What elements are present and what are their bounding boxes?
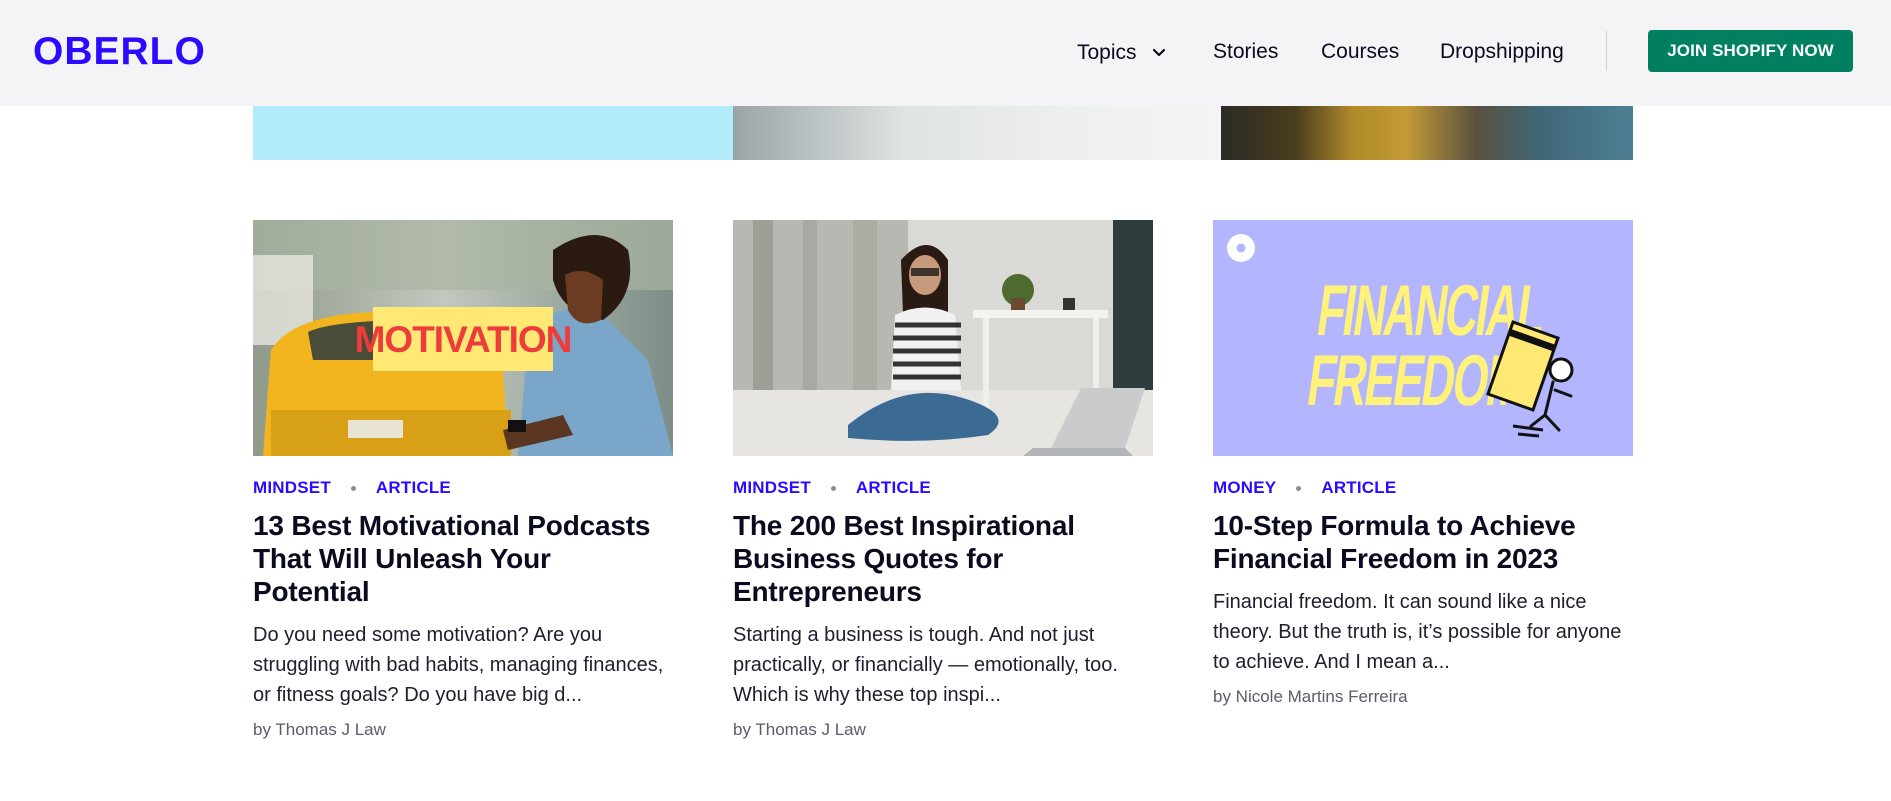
nav-topics-label: Topics — [1077, 41, 1137, 64]
logo-text: OBERLO — [33, 30, 206, 70]
article-author: by Thomas J Law — [253, 720, 386, 739]
featured-image-bottom[interactable] — [253, 106, 1633, 160]
article-meta: MINDSET ARTICLE — [253, 477, 673, 499]
motivation-photo: MOTIVATION — [253, 220, 673, 456]
article-author: by Nicole Martins Ferreira — [1213, 687, 1408, 706]
type-link[interactable]: ARTICLE — [376, 478, 451, 498]
nav-stories[interactable]: Stories — [1213, 39, 1278, 65]
article-excerpt: Do you need some motivation? Are you str… — [253, 624, 664, 706]
article-card[interactable]: FINANCIAL FREEDOM MONEY ARTICLE 10-Step … — [1213, 220, 1633, 708]
featured-image-panel-person — [1221, 106, 1633, 160]
category-link[interactable]: MINDSET — [733, 478, 811, 498]
type-link[interactable]: ARTICLE — [856, 478, 931, 498]
category-link[interactable]: MINDSET — [253, 478, 331, 498]
motivation-label: MOTIVATION — [355, 319, 572, 360]
type-link[interactable]: ARTICLE — [1321, 478, 1396, 498]
nav-topics[interactable]: Topics — [1077, 39, 1166, 66]
article-excerpt: Starting a business is tough. And not ju… — [733, 624, 1118, 706]
join-shopify-button[interactable]: JOIN SHOPIFY NOW — [1648, 30, 1853, 72]
featured-image-panel-cyan — [253, 106, 733, 160]
article-title[interactable]: 10-Step Formula to Achieve Financial Fre… — [1213, 509, 1633, 575]
nav-courses[interactable]: Courses — [1321, 39, 1399, 65]
woman-laptop-photo — [733, 220, 1153, 456]
meta-separator — [830, 485, 836, 491]
article-meta: MONEY ARTICLE — [1213, 477, 1633, 499]
article-card[interactable]: MINDSET ARTICLE The 200 Best Inspiration… — [733, 220, 1153, 741]
article-title[interactable]: 13 Best Motivational Podcasts That Will … — [253, 509, 673, 608]
category-link[interactable]: MONEY — [1213, 478, 1276, 498]
article-card[interactable]: MOTIVATION MINDSET ARTICLE 13 Best Motiv… — [253, 220, 673, 741]
article-thumbnail-motivation[interactable]: MOTIVATION — [253, 220, 673, 456]
nav-divider — [1606, 31, 1607, 71]
site-header: OBERLO Topics Stories Courses Dropshippi… — [0, 0, 1891, 106]
article-title[interactable]: The 200 Best Inspirational Business Quot… — [733, 509, 1153, 608]
nav-dropshipping[interactable]: Dropshipping — [1440, 39, 1564, 65]
chevron-down-icon — [1152, 39, 1166, 65]
article-author: by Thomas J Law — [733, 720, 866, 739]
meta-separator — [1296, 485, 1302, 491]
featured-image-panel-photo — [733, 106, 1221, 160]
meta-separator — [350, 485, 356, 491]
article-meta: MINDSET ARTICLE — [733, 477, 1153, 499]
financial-freedom-illustration: FINANCIAL FREEDOM — [1213, 220, 1633, 456]
article-thumbnail-quotes[interactable] — [733, 220, 1153, 456]
article-excerpt: Financial freedom. It can sound like a n… — [1213, 591, 1622, 673]
oberlo-logo[interactable]: OBERLO — [33, 30, 223, 70]
article-thumbnail-financial-freedom[interactable]: FINANCIAL FREEDOM — [1213, 220, 1633, 456]
